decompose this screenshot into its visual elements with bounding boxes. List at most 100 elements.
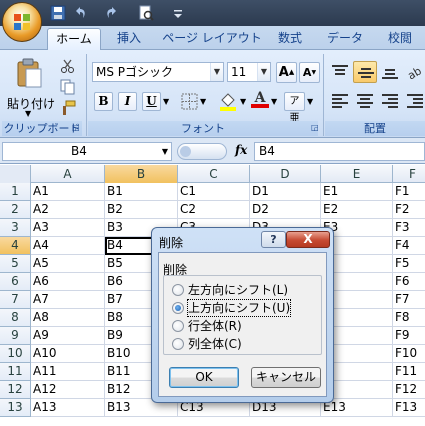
cell-e2[interactable]: E2 bbox=[321, 201, 393, 219]
cell-a9[interactable]: A9 bbox=[31, 327, 105, 345]
align-top-icon[interactable] bbox=[331, 64, 349, 80]
cell-e13[interactable]: E13 bbox=[321, 399, 393, 417]
chevron-down-icon[interactable]: ▼ bbox=[210, 63, 223, 81]
italic-button[interactable]: I bbox=[118, 92, 137, 111]
formula-bar-splitter[interactable] bbox=[177, 143, 227, 160]
cell-f12[interactable]: F12 bbox=[393, 381, 425, 399]
align-center-icon[interactable] bbox=[356, 93, 374, 109]
tab-formulas[interactable]: 数式 bbox=[270, 28, 310, 50]
copy-icon[interactable] bbox=[60, 79, 76, 95]
cancel-button[interactable]: キャンセル bbox=[251, 367, 321, 388]
fill-color-icon[interactable] bbox=[218, 91, 238, 111]
cell-f8[interactable]: F8 bbox=[393, 309, 425, 327]
cell-a1[interactable]: A1 bbox=[31, 183, 105, 201]
paste-button[interactable]: 貼り付け ▼ bbox=[4, 54, 55, 118]
cell-b2[interactable]: B2 bbox=[105, 201, 178, 219]
cell-a11[interactable]: A11 bbox=[31, 363, 105, 381]
underline-dropdown-icon[interactable]: ▼ bbox=[163, 97, 169, 106]
cell-d1[interactable]: D1 bbox=[250, 183, 321, 201]
bold-button[interactable]: B bbox=[94, 92, 113, 111]
cell-f1[interactable]: F1 bbox=[393, 183, 425, 201]
font-launcher-icon[interactable]: ◲ bbox=[311, 123, 319, 132]
phonetic-icon[interactable]: ア亜 bbox=[284, 92, 305, 124]
cell-a13[interactable]: A13 bbox=[31, 399, 105, 417]
cell-a12[interactable]: A12 bbox=[31, 381, 105, 399]
row-header[interactable]: 7 bbox=[0, 291, 31, 309]
row-header[interactable]: 6 bbox=[0, 273, 31, 291]
row-header[interactable]: 3 bbox=[0, 219, 31, 237]
row-header[interactable]: 8 bbox=[0, 309, 31, 327]
column-header-d[interactable]: D bbox=[250, 165, 321, 183]
align-bottom-icon[interactable] bbox=[381, 64, 399, 80]
column-header-e[interactable]: E bbox=[321, 165, 393, 183]
cell-a7[interactable]: A7 bbox=[31, 291, 105, 309]
cell-f9[interactable]: F9 bbox=[393, 327, 425, 345]
cell-a4[interactable]: A4 bbox=[31, 237, 105, 255]
cell-f3[interactable]: F3 bbox=[393, 219, 425, 237]
row-header[interactable]: 12 bbox=[0, 381, 31, 399]
font-size-combo[interactable]: 11 ▼ bbox=[227, 62, 271, 82]
cell-b1[interactable]: B1 bbox=[105, 183, 178, 201]
row-header[interactable]: 5 bbox=[0, 255, 31, 273]
borders-dropdown-icon[interactable]: ▼ bbox=[200, 97, 206, 106]
qat-customize-icon[interactable] bbox=[170, 5, 186, 21]
row-header[interactable]: 11 bbox=[0, 363, 31, 381]
cell-f2[interactable]: F2 bbox=[393, 201, 425, 219]
cell-f6[interactable]: F6 bbox=[393, 273, 425, 291]
row-header[interactable]: 10 bbox=[0, 345, 31, 363]
ok-button[interactable]: OK bbox=[169, 367, 239, 388]
cell-a3[interactable]: A3 bbox=[31, 219, 105, 237]
column-header-b[interactable]: B bbox=[105, 165, 178, 183]
cell-f13[interactable]: F13 bbox=[393, 399, 425, 417]
align-middle-button[interactable] bbox=[353, 61, 377, 83]
name-box[interactable]: B4 ▼ bbox=[2, 142, 172, 161]
row-header[interactable]: 4 bbox=[0, 237, 31, 255]
cell-d2[interactable]: D2 bbox=[250, 201, 321, 219]
row-header[interactable]: 9 bbox=[0, 327, 31, 345]
orientation-icon[interactable]: ab bbox=[406, 64, 424, 80]
cell-a10[interactable]: A10 bbox=[31, 345, 105, 363]
cell-a5[interactable]: A5 bbox=[31, 255, 105, 273]
phonetic-dropdown-icon[interactable]: ▼ bbox=[307, 97, 313, 106]
column-header-a[interactable]: A bbox=[31, 165, 105, 183]
font-color-icon[interactable]: A bbox=[251, 90, 269, 110]
cell-f4[interactable]: F4 bbox=[393, 237, 425, 255]
underline-button[interactable]: U bbox=[142, 92, 161, 111]
print-preview-icon[interactable] bbox=[138, 5, 154, 21]
cell-c1[interactable]: C1 bbox=[178, 183, 250, 201]
tab-home[interactable]: ホーム bbox=[47, 28, 101, 51]
font-name-combo[interactable]: MS Pゴシック ▼ bbox=[92, 62, 224, 82]
save-icon[interactable] bbox=[50, 5, 66, 21]
tab-page-layout[interactable]: ページ レイアウト bbox=[160, 28, 264, 50]
select-all-corner[interactable] bbox=[0, 165, 31, 183]
row-header[interactable]: 1 bbox=[0, 183, 31, 201]
cell-c2[interactable]: C2 bbox=[178, 201, 250, 219]
cell-f11[interactable]: F11 bbox=[393, 363, 425, 381]
clipboard-launcher-icon[interactable]: ◲ bbox=[72, 123, 80, 132]
redo-icon[interactable] bbox=[104, 5, 120, 21]
borders-icon[interactable] bbox=[181, 93, 198, 110]
fill-dropdown-icon[interactable]: ▼ bbox=[240, 97, 246, 106]
cell-f5[interactable]: F5 bbox=[393, 255, 425, 273]
format-painter-icon[interactable] bbox=[60, 100, 76, 116]
insert-function-icon[interactable]: fx bbox=[235, 143, 247, 157]
align-left-icon[interactable] bbox=[331, 93, 349, 109]
close-button[interactable]: X bbox=[286, 231, 330, 248]
tab-insert[interactable]: 挿入 bbox=[108, 28, 150, 50]
undo-icon[interactable] bbox=[72, 5, 88, 21]
chevron-down-icon[interactable]: ▼ bbox=[159, 143, 171, 160]
formula-input[interactable]: B4 bbox=[254, 142, 425, 161]
cell-a6[interactable]: A6 bbox=[31, 273, 105, 291]
cut-icon[interactable] bbox=[60, 58, 76, 74]
office-button[interactable] bbox=[2, 2, 42, 42]
tab-review[interactable]: 校閲 bbox=[378, 28, 422, 50]
indent-icon[interactable] bbox=[406, 93, 424, 109]
help-button[interactable]: ? bbox=[261, 231, 286, 248]
column-header-c[interactable]: C bbox=[178, 165, 250, 183]
row-header[interactable]: 13 bbox=[0, 399, 31, 417]
grow-font-icon[interactable]: A▲ bbox=[276, 62, 297, 83]
column-header-f[interactable]: F bbox=[393, 165, 425, 183]
chevron-down-icon[interactable]: ▼ bbox=[257, 63, 270, 81]
align-right-icon[interactable] bbox=[381, 93, 399, 109]
tab-data[interactable]: データ bbox=[320, 28, 370, 50]
